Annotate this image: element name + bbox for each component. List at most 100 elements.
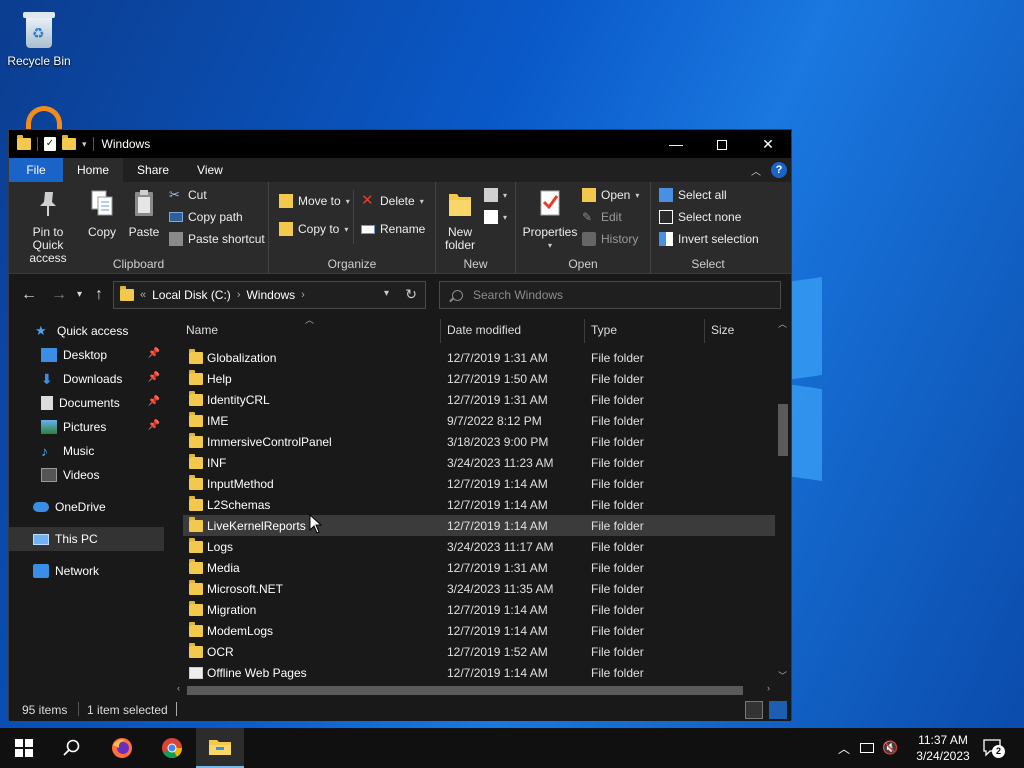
chrome-taskbar-button[interactable] <box>148 728 196 768</box>
title-bar[interactable]: ✓ ▾ Windows — ✕ <box>9 130 791 158</box>
table-row[interactable]: IME 9/7/2022 8:12 PM File folder <box>183 410 775 431</box>
address-dropdown-icon[interactable]: ▾ <box>384 288 389 299</box>
maximize-button[interactable] <box>699 130 745 158</box>
move-to-button[interactable]: Move to ▾ <box>279 194 350 208</box>
close-button[interactable]: ✕ <box>745 130 791 158</box>
copy-button[interactable]: Copy <box>85 188 119 239</box>
tab-file[interactable]: File <box>9 158 63 182</box>
column-header-size[interactable]: Size <box>711 315 734 345</box>
recycle-bin-desktop-icon[interactable]: ♻ Recycle Bin <box>4 8 74 68</box>
nav-pictures[interactable]: Pictures 📌 <box>9 415 164 439</box>
table-row[interactable]: InputMethod 12/7/2019 1:14 AM File folder <box>183 473 775 494</box>
table-row[interactable]: Help 12/7/2019 1:50 AM File folder <box>183 368 775 389</box>
edit-button[interactable]: ✎ Edit <box>582 210 622 224</box>
table-row[interactable]: IdentityCRL 12/7/2019 1:31 AM File folder <box>183 389 775 410</box>
new-folder-qat-icon[interactable] <box>62 135 76 150</box>
easy-access-button[interactable]: ▾ <box>484 210 507 224</box>
breadcrumb-chevron-icon[interactable]: › <box>237 289 241 301</box>
paste-shortcut-button[interactable]: Paste shortcut <box>169 232 265 246</box>
table-row[interactable]: L2Schemas 12/7/2019 1:14 AM File folder <box>183 494 775 515</box>
table-row[interactable]: ImmersiveControlPanel 3/18/2023 9:00 PM Fi… <box>183 431 775 452</box>
tab-home[interactable]: Home <box>63 158 124 182</box>
nav-onedrive[interactable]: OneDrive <box>9 495 164 519</box>
taskbar-clock[interactable]: 11:37 AM 3/24/2023 <box>898 732 988 764</box>
new-item-button[interactable]: ▾ <box>484 188 507 202</box>
large-icons-view-icon[interactable] <box>769 701 787 719</box>
table-row[interactable]: Migration 12/7/2019 1:14 AM File folder <box>183 599 775 620</box>
vertical-scrollbar[interactable]: ︿ ﹀ <box>775 315 791 685</box>
breadcrumb-windows[interactable]: Windows <box>246 288 295 302</box>
table-row[interactable]: OCR 12/7/2019 1:52 AM File folder <box>183 641 775 662</box>
search-taskbar-button[interactable] <box>48 728 96 768</box>
new-folder-button[interactable]: New folder <box>440 188 480 252</box>
breadcrumb-local-disk[interactable]: Local Disk (C:) <box>152 288 231 302</box>
up-arrow-icon[interactable]: ↑ <box>95 286 103 304</box>
paste-button[interactable]: Paste <box>125 188 163 239</box>
nav-this-pc[interactable]: This PC <box>9 527 164 551</box>
column-header-date[interactable]: Date modified <box>447 315 521 345</box>
nav-downloads[interactable]: ⬇ Downloads 📌 <box>9 367 164 391</box>
vertical-scroll-thumb[interactable] <box>778 404 788 456</box>
action-center-button[interactable]: 2 <box>982 738 1005 758</box>
copy-to-button[interactable]: Copy to ▾ <box>279 222 348 236</box>
select-all-button[interactable]: Select all <box>659 188 727 202</box>
nav-music[interactable]: ♪ Music <box>9 439 164 463</box>
table-row[interactable]: Microsoft.NET 3/24/2023 11:35 AM File fold… <box>183 578 775 599</box>
pin-to-quick-access-button[interactable]: Pin to Quick access <box>13 188 83 265</box>
details-view-icon[interactable] <box>745 701 763 719</box>
properties-check-icon[interactable]: ✓ <box>44 137 56 151</box>
start-button[interactable] <box>0 728 48 768</box>
table-row[interactable]: LiveKernelReports 12/7/2019 1:14 AM File f… <box>183 515 775 536</box>
scroll-right-icon[interactable]: › <box>767 683 770 693</box>
nav-videos[interactable]: Videos <box>9 463 164 487</box>
scroll-down-icon[interactable]: ﹀ <box>778 669 787 682</box>
collapse-ribbon-chevron-icon[interactable]: ︿ <box>751 163 761 178</box>
tab-view[interactable]: View <box>183 158 237 182</box>
pin-icon[interactable]: 📌 <box>148 348 160 359</box>
file-explorer-taskbar-button[interactable] <box>196 728 244 768</box>
scroll-up-icon[interactable]: ︿ <box>778 317 787 330</box>
history-button[interactable]: History <box>582 232 638 246</box>
horizontal-scrollbar[interactable]: ‹ › <box>177 683 775 697</box>
invert-selection-button[interactable]: Invert selection <box>659 232 759 246</box>
nav-documents[interactable]: Documents 📌 <box>9 391 164 415</box>
horizontal-scroll-thumb[interactable] <box>187 686 743 695</box>
column-header-type[interactable]: Type <box>591 315 617 345</box>
desktop-app-icon[interactable] <box>26 106 62 130</box>
table-row[interactable]: Globalization 12/7/2019 1:31 AM File folde… <box>183 347 775 368</box>
pin-icon[interactable]: 📌 <box>148 420 160 431</box>
tab-share[interactable]: Share <box>123 158 183 182</box>
search-input[interactable]: Search Windows <box>439 281 781 309</box>
column-header-name[interactable]: Name <box>186 315 218 345</box>
scroll-left-icon[interactable]: ‹ <box>177 683 180 693</box>
cut-button[interactable]: ✂ Cut <box>169 188 207 203</box>
firefox-taskbar-button[interactable] <box>98 728 146 768</box>
select-none-button[interactable]: Select none <box>659 210 741 224</box>
help-icon[interactable]: ? <box>771 162 787 178</box>
table-row[interactable]: Offline Web Pages 12/7/2019 1:14 AM File f… <box>183 662 775 683</box>
table-row[interactable]: Logs 3/24/2023 11:17 AM File folder <box>183 536 775 557</box>
pin-icon[interactable]: 📌 <box>148 396 160 407</box>
table-row[interactable]: INF 3/24/2023 11:23 AM File folder <box>183 452 775 473</box>
network-status-icon[interactable] <box>860 743 875 753</box>
table-row[interactable]: Media 12/7/2019 1:31 AM File folder <box>183 557 775 578</box>
properties-button[interactable]: Properties ▾ <box>522 188 578 252</box>
nav-quick-access[interactable]: ★ Quick access <box>9 319 164 343</box>
recent-locations-chevron-icon[interactable]: ▾ <box>77 289 82 300</box>
delete-button[interactable]: ✕ Delete ▾ <box>361 193 424 208</box>
forward-arrow-icon[interactable]: → <box>51 286 67 304</box>
pin-icon[interactable]: 📌 <box>148 372 160 383</box>
rename-button[interactable]: Rename <box>361 222 425 236</box>
show-hidden-icons-chevron-icon[interactable]: ︿ <box>838 740 850 757</box>
customize-toolbar-chevron-icon[interactable]: ▾ <box>82 139 87 150</box>
copy-path-button[interactable]: Copy path <box>169 210 243 224</box>
address-input[interactable]: « Local Disk (C:) › Windows › ▾ ↻ <box>113 281 426 309</box>
refresh-icon[interactable]: ↻ <box>405 286 417 303</box>
nav-network[interactable]: Network <box>9 559 164 583</box>
nav-desktop[interactable]: Desktop 📌 <box>9 343 164 367</box>
volume-muted-icon[interactable]: 🔇 <box>882 740 898 756</box>
minimize-button[interactable]: — <box>653 130 699 158</box>
table-row[interactable]: ModemLogs 12/7/2019 1:14 AM File folder <box>183 620 775 641</box>
breadcrumb-chevron-icon[interactable]: › <box>301 289 305 301</box>
open-button[interactable]: Open ▾ <box>582 188 639 202</box>
